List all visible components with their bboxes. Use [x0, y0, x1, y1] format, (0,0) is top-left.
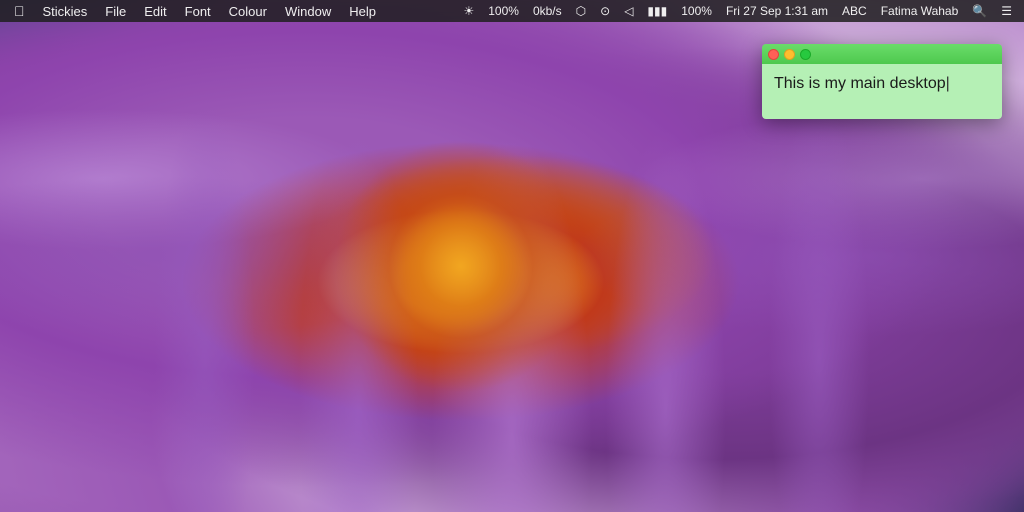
battery-percentage: 100% [677, 2, 716, 20]
spotlight-icon[interactable]: 🔍 [968, 2, 991, 20]
apple-menu[interactable]:  [6, 1, 33, 21]
window-menu[interactable]: Window [277, 2, 339, 21]
user-name: Fatima Wahab [877, 2, 963, 20]
brightness-icon: ☀ [459, 2, 478, 20]
menubar:  Stickies File Edit Font Colour Window … [0, 0, 1024, 22]
brightness-value: 100% [484, 2, 523, 20]
file-menu[interactable]: File [97, 2, 134, 21]
maximize-button[interactable] [800, 49, 811, 60]
app-name-menu[interactable]: Stickies [35, 2, 96, 21]
volume-icon: ◁ [620, 2, 637, 20]
notification-icon[interactable]: ☰ [997, 2, 1016, 20]
minimize-button[interactable] [784, 49, 795, 60]
font-menu[interactable]: Font [177, 2, 219, 21]
network-activity: 0kb/s [529, 2, 566, 20]
sticky-note[interactable]: This is my main desktop [762, 44, 1002, 119]
wifi-icon: ⊙ [596, 2, 614, 20]
datetime: Fri 27 Sep 1:31 am [722, 2, 832, 20]
bluetooth-icon: ⬡ [572, 2, 590, 20]
close-button[interactable] [768, 49, 779, 60]
input-source: ABC [838, 2, 871, 20]
desktop:  Stickies File Edit Font Colour Window … [0, 0, 1024, 512]
help-menu[interactable]: Help [341, 2, 384, 21]
sticky-body[interactable]: This is my main desktop [762, 64, 1002, 119]
edit-menu[interactable]: Edit [136, 2, 174, 21]
battery-icon: ▮▮▮ [643, 2, 671, 20]
colour-menu[interactable]: Colour [221, 2, 275, 21]
sticky-text-content[interactable]: This is my main desktop [774, 74, 990, 95]
sticky-titlebar [762, 44, 1002, 64]
